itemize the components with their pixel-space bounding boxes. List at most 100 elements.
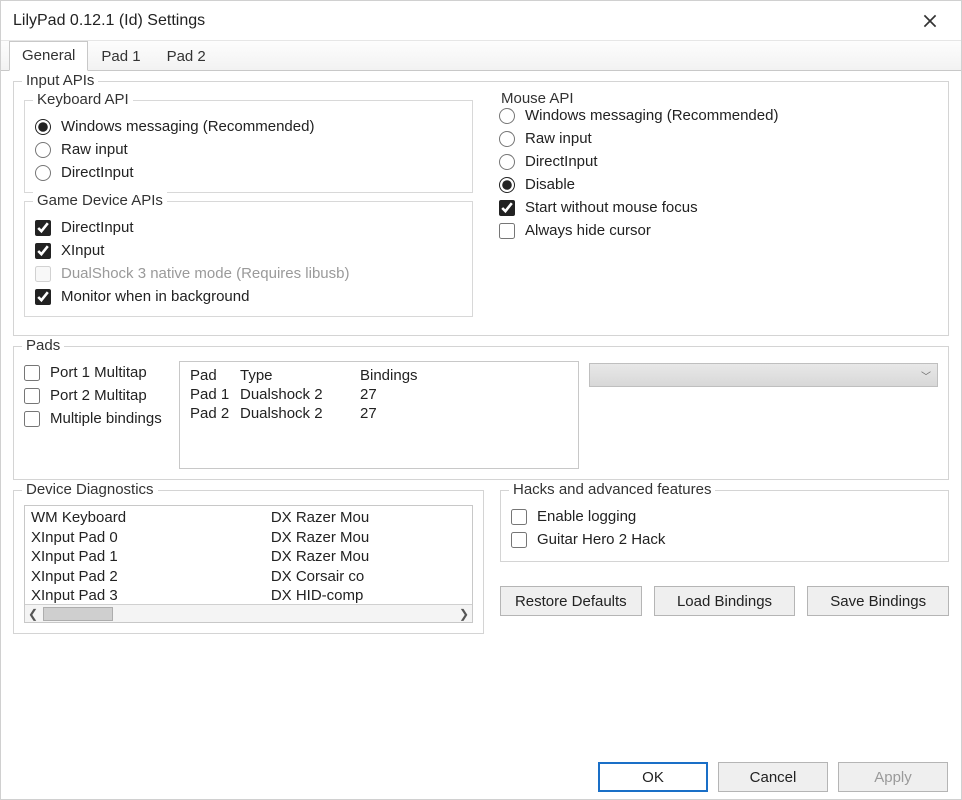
check-enable-logging-input[interactable] [511,509,527,525]
check-xinput-label: XInput [61,242,104,259]
group-keyboard-api: Keyboard API Windows messaging (Recommen… [24,100,473,193]
check-gh2-hack-input[interactable] [511,532,527,548]
check-multiple-bindings[interactable]: Multiple bindings [24,407,169,430]
col-bindings: Bindings [358,366,570,385]
check-always-hide-cursor-input[interactable] [499,223,515,239]
list-item[interactable]: DX Razer Mou [271,528,472,548]
check-start-without-mouse-focus-input[interactable] [499,200,515,216]
device-diagnostics-list[interactable]: WM Keyboard XInput Pad 0 XInput Pad 1 XI… [24,505,473,623]
check-monitor-bg-label: Monitor when in background [61,288,249,305]
radio-mouse-raw[interactable]: Raw input [499,127,928,150]
tab-pad1[interactable]: Pad 1 [88,42,153,71]
list-item[interactable]: XInput Pad 2 [31,567,265,587]
radio-mouse-wm[interactable]: Windows messaging (Recommended) [499,104,928,127]
radio-keyboard-di-input[interactable] [35,165,51,181]
pad-type-dropdown[interactable]: ﹀ [589,363,938,387]
check-multiple-bindings-label: Multiple bindings [50,410,162,427]
radio-mouse-di-input[interactable] [499,154,515,170]
scroll-left-icon[interactable]: ❮ [28,607,38,621]
legend-game-device-apis: Game Device APIs [33,192,167,209]
check-enable-logging[interactable]: Enable logging [511,505,938,528]
load-bindings-button[interactable]: Load Bindings [654,586,796,616]
table-row[interactable]: Pad 1 Dualshock 2 27 [188,385,570,404]
radio-mouse-raw-label: Raw input [525,130,592,147]
radio-mouse-raw-input[interactable] [499,131,515,147]
check-port2-multitap-label: Port 2 Multitap [50,387,147,404]
titlebar: LilyPad 0.12.1 (Id) Settings [1,1,961,41]
list-item[interactable]: DX Razer Mou [271,547,472,567]
table-row[interactable]: Pad 2 Dualshock 2 27 [188,404,570,423]
scroll-thumb[interactable] [43,607,113,621]
tab-general[interactable]: General [9,41,88,71]
tab-strip: General Pad 1 Pad 2 [1,41,961,71]
check-port1-multitap-label: Port 1 Multitap [50,364,147,381]
group-mouse-api: Mouse API Windows messaging (Recommended… [489,100,938,250]
horizontal-scrollbar[interactable]: ❮ ❯ [25,604,472,622]
radio-keyboard-raw-label: Raw input [61,141,128,158]
group-game-device-apis: Game Device APIs DirectInput XInput Dual… [24,201,473,317]
radio-keyboard-raw[interactable]: Raw input [35,138,462,161]
list-item[interactable]: DX HID-comp [271,586,472,606]
save-bindings-button[interactable]: Save Bindings [807,586,949,616]
check-xinput[interactable]: XInput [35,239,462,262]
radio-mouse-disable-label: Disable [525,176,575,193]
col-pad: Pad [188,366,238,385]
radio-keyboard-raw-input[interactable] [35,142,51,158]
list-item[interactable]: DX Razer Mou [271,508,472,528]
check-port1-multitap-input[interactable] [24,365,40,381]
check-xinput-input[interactable] [35,243,51,259]
group-device-diagnostics: Device Diagnostics WM Keyboard XInput Pa… [13,490,484,634]
radio-keyboard-di[interactable]: DirectInput [35,161,462,184]
scroll-right-icon[interactable]: ❯ [459,607,469,621]
list-item[interactable]: DX Corsair co [271,567,472,587]
dialog-footer: OK Cancel Apply [598,762,948,792]
legend-input-apis: Input APIs [22,72,98,89]
radio-mouse-di-label: DirectInput [525,153,598,170]
list-item[interactable]: XInput Pad 1 [31,547,265,567]
group-input-apis: Input APIs Keyboard API Windows messagin… [13,81,949,336]
table-header: Pad Type Bindings [188,366,570,385]
check-start-without-mouse-focus-label: Start without mouse focus [525,199,698,216]
check-multiple-bindings-input[interactable] [24,411,40,427]
ok-button[interactable]: OK [598,762,708,792]
check-start-without-mouse-focus[interactable]: Start without mouse focus [499,196,928,219]
check-port2-multitap[interactable]: Port 2 Multitap [24,384,169,407]
check-monitor-bg-input[interactable] [35,289,51,305]
check-directinput[interactable]: DirectInput [35,216,462,239]
check-port1-multitap[interactable]: Port 1 Multitap [24,361,169,384]
restore-defaults-button[interactable]: Restore Defaults [500,586,642,616]
radio-mouse-disable[interactable]: Disable [499,173,928,196]
col-type: Type [238,366,358,385]
apply-button: Apply [838,762,948,792]
check-port2-multitap-input[interactable] [24,388,40,404]
legend-pads: Pads [22,337,64,354]
radio-keyboard-wm-label: Windows messaging (Recommended) [61,118,314,135]
radio-mouse-wm-input[interactable] [499,108,515,124]
binding-buttons: Restore Defaults Load Bindings Save Bind… [500,586,949,616]
check-always-hide-cursor[interactable]: Always hide cursor [499,219,928,242]
legend-mouse-api: Mouse API [497,90,578,107]
pads-listview[interactable]: Pad Type Bindings Pad 1 Dualshock 2 27 P… [179,361,579,469]
check-ds3: DualShock 3 native mode (Requires libusb… [35,262,462,285]
close-icon [923,14,937,28]
check-gh2-hack[interactable]: Guitar Hero 2 Hack [511,528,938,551]
radio-keyboard-wm[interactable]: Windows messaging (Recommended) [35,115,462,138]
list-item[interactable]: XInput Pad 3 [31,586,265,606]
close-button[interactable] [907,5,953,37]
list-item[interactable]: XInput Pad 0 [31,528,265,548]
legend-keyboard-api: Keyboard API [33,91,133,108]
radio-mouse-di[interactable]: DirectInput [499,150,928,173]
check-monitor-bg[interactable]: Monitor when in background [35,285,462,308]
list-item[interactable]: WM Keyboard [31,508,265,528]
chevron-down-icon: ﹀ [921,368,931,383]
legend-device-diag: Device Diagnostics [22,481,158,498]
tab-pad2[interactable]: Pad 2 [154,42,219,71]
check-directinput-input[interactable] [35,220,51,236]
radio-mouse-disable-input[interactable] [499,177,515,193]
check-always-hide-cursor-label: Always hide cursor [525,222,651,239]
cancel-button[interactable]: Cancel [718,762,828,792]
check-ds3-label: DualShock 3 native mode (Requires libusb… [61,265,349,282]
check-enable-logging-label: Enable logging [537,508,636,525]
radio-keyboard-wm-input[interactable] [35,119,51,135]
check-directinput-label: DirectInput [61,219,134,236]
